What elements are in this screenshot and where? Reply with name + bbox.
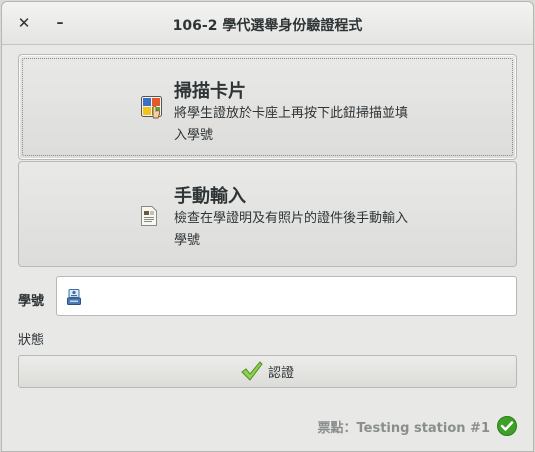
manual-input-button[interactable]: 手動輸入 檢查在學證明及有照片的證件後手動輸入學號 xyxy=(18,161,517,267)
app-window: ✕ – 106-2 學代選舉身份驗證程式 掃描卡片 將學生證放於卡座上再按下此鈕… xyxy=(1,1,534,452)
station-status: 票點：Testing station #1 xyxy=(317,416,517,436)
manual-input-title: 手動輸入 xyxy=(174,186,246,207)
scan-card-title: 掃描卡片 xyxy=(174,81,246,102)
check-circle-icon xyxy=(497,416,517,436)
student-id-input[interactable] xyxy=(89,285,513,309)
titlebar: ✕ – 106-2 學代選舉身份驗證程式 xyxy=(2,2,533,45)
verify-button[interactable]: 認證 xyxy=(18,355,517,388)
station-text: 票點：Testing station #1 xyxy=(317,420,491,436)
status-label: 狀態 xyxy=(18,333,45,348)
manual-input-description: 檢查在學證明及有照片的證件後手動輸入學號 xyxy=(174,211,409,248)
id-field-icon xyxy=(67,289,81,305)
student-id-label: 學號 xyxy=(18,294,45,309)
scan-card-button[interactable]: 掃描卡片 將學生證放於卡座上再按下此鈕掃描並填入學號 xyxy=(18,54,517,160)
student-id-field-frame xyxy=(56,276,517,316)
window-title: 106-2 學代選舉身份驗證程式 xyxy=(172,18,363,34)
checkmark-icon xyxy=(241,360,263,381)
card-scan-icon xyxy=(141,96,162,119)
scan-card-description: 將學生證放於卡座上再按下此鈕掃描並填入學號 xyxy=(174,106,409,143)
document-icon xyxy=(141,206,157,226)
verify-button-label: 認證 xyxy=(267,366,294,381)
